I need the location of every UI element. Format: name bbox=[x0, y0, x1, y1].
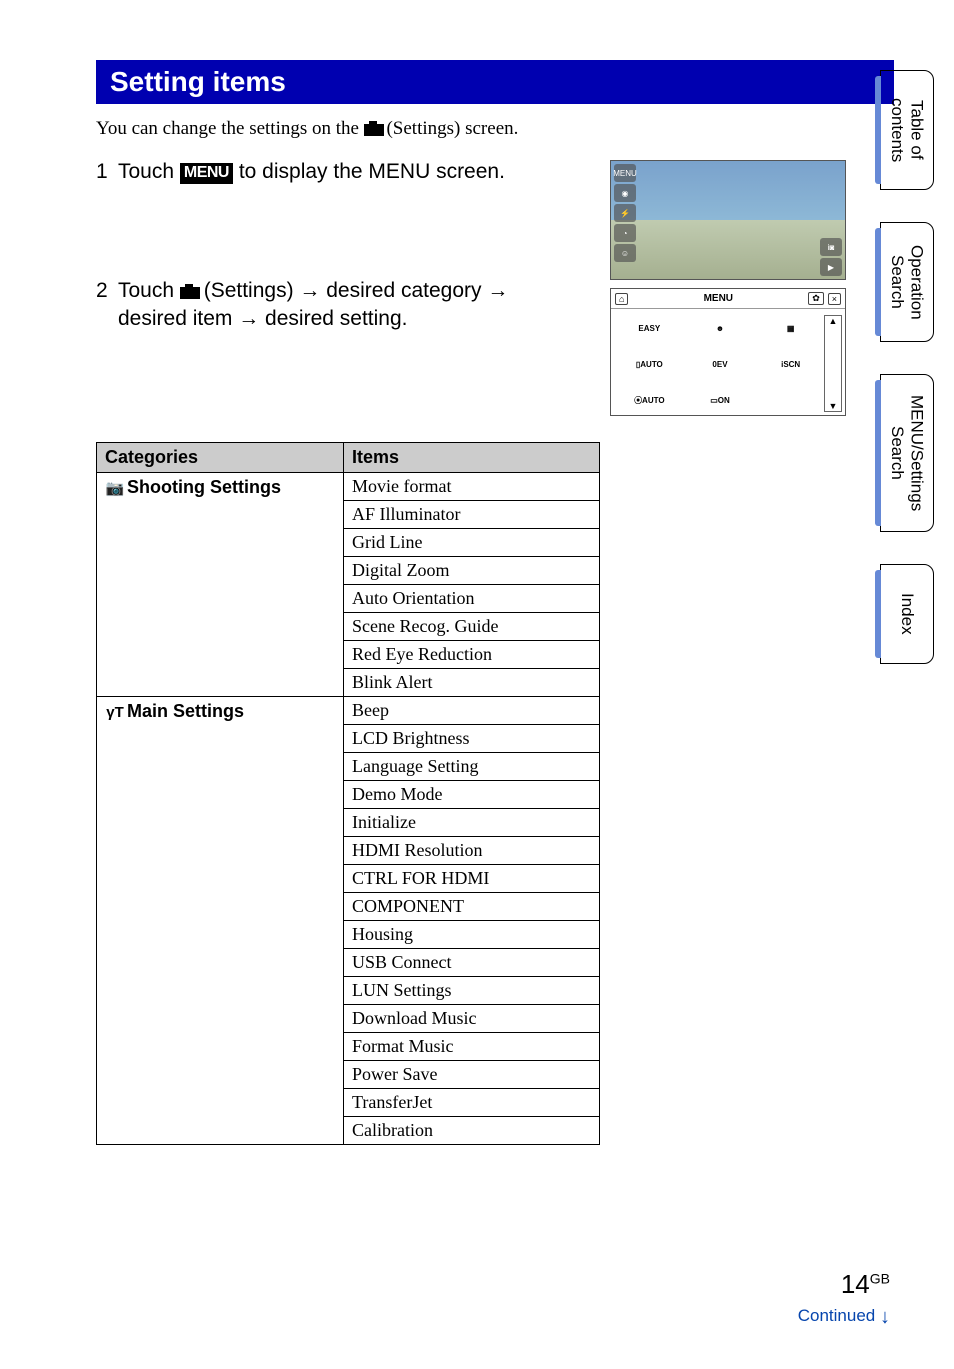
step2-cat: desired category bbox=[320, 279, 487, 302]
menu-cell: iSCN bbox=[760, 349, 821, 379]
settings-table: Categories Items 📷Shooting Settings Movi… bbox=[96, 442, 600, 1145]
item-cell[interactable]: USB Connect bbox=[344, 948, 600, 976]
item-cell[interactable]: Grid Line bbox=[344, 528, 600, 556]
toolbox-icon: ⌂ bbox=[615, 293, 628, 305]
item-cell[interactable]: COMPONENT bbox=[344, 892, 600, 920]
item-cell[interactable]: HDMI Resolution bbox=[344, 836, 600, 864]
menu-icon: MENU bbox=[180, 163, 233, 184]
movie-icon: ◉ bbox=[614, 184, 636, 202]
intro-text: You can change the settings on the (Sett… bbox=[96, 118, 894, 140]
category-main: γTMain Settings bbox=[97, 696, 344, 1144]
camera-icon: 📷 bbox=[105, 479, 125, 497]
menu-label: MENU bbox=[632, 293, 804, 304]
mode-icon: i◙ bbox=[820, 238, 842, 256]
item-cell[interactable]: Demo Mode bbox=[344, 780, 600, 808]
menu-cell bbox=[760, 385, 821, 415]
tab-index[interactable]: Index bbox=[880, 564, 934, 664]
menu-cell: ▭ON bbox=[690, 385, 751, 415]
step1-post: to display the MENU screen. bbox=[233, 160, 505, 183]
gear-icon: ✿ bbox=[808, 292, 824, 305]
table-row: γTMain Settings Beep bbox=[97, 696, 600, 724]
item-cell[interactable]: Scene Recog. Guide bbox=[344, 612, 600, 640]
step1-pre: Touch bbox=[118, 160, 180, 183]
item-cell[interactable]: Beep bbox=[344, 696, 600, 724]
settings-icon bbox=[180, 284, 198, 298]
play-icon: ▶ bbox=[820, 258, 842, 276]
page-footer: 14GB Continued ↓ bbox=[798, 1269, 890, 1329]
menu-cell: ⦿AUTO bbox=[619, 385, 680, 415]
intro-post: (Settings) screen. bbox=[382, 118, 519, 139]
item-cell[interactable]: TransferJet bbox=[344, 1088, 600, 1116]
item-cell[interactable]: AF Illuminator bbox=[344, 500, 600, 528]
page-number: 14GB bbox=[798, 1269, 890, 1300]
menu-cell: ▯AUTO bbox=[619, 349, 680, 379]
item-cell[interactable]: Movie format bbox=[344, 472, 600, 500]
arrow-icon: → bbox=[238, 307, 259, 330]
item-cell[interactable]: CTRL FOR HDMI bbox=[344, 864, 600, 892]
continued-text: Continued bbox=[798, 1306, 876, 1325]
scrollbar: ▲▼ bbox=[824, 315, 842, 412]
device-screenshots: MENU ◉ ⚡ ◔ ☺ i◙ ▶ ⌂ MENU ✿ × EASY ☻ ▦ bbox=[610, 160, 846, 424]
page-suffix: GB bbox=[870, 1270, 890, 1286]
page-number-value: 14 bbox=[841, 1269, 870, 1299]
item-cell[interactable]: Auto Orientation bbox=[344, 584, 600, 612]
menu-cell: ☻ bbox=[690, 313, 751, 343]
item-cell[interactable]: LUN Settings bbox=[344, 976, 600, 1004]
item-cell[interactable]: Initialize bbox=[344, 808, 600, 836]
timer-icon: ◔ bbox=[614, 224, 636, 242]
tab-menu-settings-search[interactable]: MENU/Settings Search bbox=[880, 374, 934, 532]
step-number: 1 bbox=[96, 158, 112, 185]
step2-a: (Settings) bbox=[198, 279, 300, 302]
flash-icon: ⚡ bbox=[614, 204, 636, 222]
screenshot-2: ⌂ MENU ✿ × EASY ☻ ▦ ▯AUTO 0EV iSCN ⦿AUTO… bbox=[610, 288, 846, 416]
item-cell[interactable]: Housing bbox=[344, 920, 600, 948]
item-cell[interactable]: Blink Alert bbox=[344, 668, 600, 696]
continued-link[interactable]: Continued ↓ bbox=[798, 1306, 890, 1329]
item-cell[interactable]: Digital Zoom bbox=[344, 556, 600, 584]
menu-icon: MENU bbox=[614, 164, 636, 182]
step-number: 2 bbox=[96, 277, 112, 304]
table-row: 📷Shooting Settings Movie format bbox=[97, 472, 600, 500]
menu-cell: ▦ bbox=[760, 313, 821, 343]
down-arrow-icon: ↓ bbox=[880, 1306, 890, 1328]
close-icon: × bbox=[828, 293, 841, 305]
smile-icon: ☺ bbox=[614, 244, 636, 262]
menu-cell: EASY bbox=[619, 313, 680, 343]
arrow-icon: → bbox=[487, 279, 508, 302]
category-label: Shooting Settings bbox=[127, 477, 281, 497]
tools-icon: γT bbox=[105, 704, 125, 721]
screenshot-1: MENU ◉ ⚡ ◔ ☺ i◙ ▶ bbox=[610, 160, 846, 280]
step2-c: desired setting. bbox=[259, 307, 407, 330]
item-cell[interactable]: Calibration bbox=[344, 1116, 600, 1144]
step2-b: desired item bbox=[118, 307, 238, 330]
tab-operation-search[interactable]: Operation Search bbox=[880, 222, 934, 342]
side-tabs: Table of contents Operation Search MENU/… bbox=[880, 70, 934, 664]
category-shooting: 📷Shooting Settings bbox=[97, 472, 344, 696]
item-cell[interactable]: Power Save bbox=[344, 1060, 600, 1088]
item-cell[interactable]: Download Music bbox=[344, 1004, 600, 1032]
intro-pre: You can change the settings on the bbox=[96, 118, 364, 139]
header-items: Items bbox=[344, 442, 600, 472]
table-header-row: Categories Items bbox=[97, 442, 600, 472]
category-label: Main Settings bbox=[127, 701, 244, 721]
settings-icon bbox=[364, 121, 382, 135]
step2-pre: Touch bbox=[118, 279, 180, 302]
menu-cell: 0EV bbox=[690, 349, 751, 379]
item-cell[interactable]: Language Setting bbox=[344, 752, 600, 780]
page-title: Setting items bbox=[96, 60, 894, 104]
item-cell[interactable]: LCD Brightness bbox=[344, 724, 600, 752]
tab-toc[interactable]: Table of contents bbox=[880, 70, 934, 190]
item-cell[interactable]: Red Eye Reduction bbox=[344, 640, 600, 668]
item-cell[interactable]: Format Music bbox=[344, 1032, 600, 1060]
menu-grid: EASY ☻ ▦ ▯AUTO 0EV iSCN ⦿AUTO ▭ON bbox=[611, 309, 845, 419]
header-categories: Categories bbox=[97, 442, 344, 472]
arrow-icon: → bbox=[299, 279, 320, 302]
